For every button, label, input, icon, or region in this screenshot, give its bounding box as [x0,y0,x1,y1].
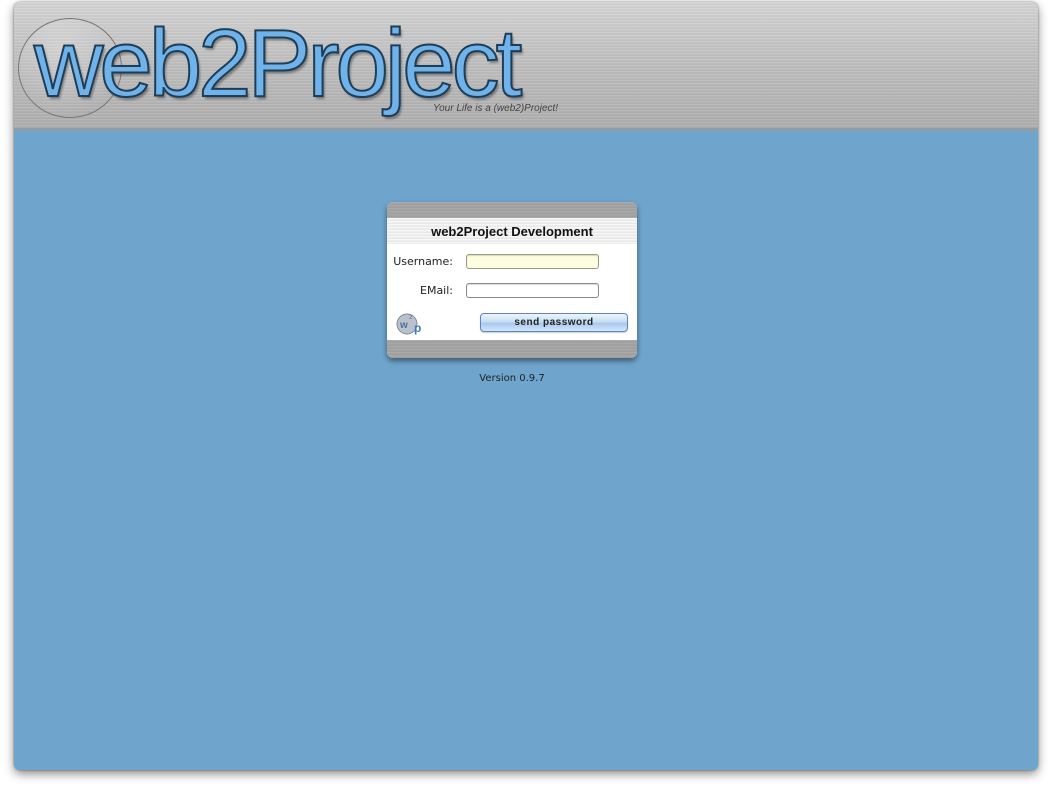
login-box: web2Project Development Username: EMail:… [387,202,637,358]
svg-text:w: w [399,320,408,331]
login-box-top-bar [387,202,637,218]
send-password-button[interactable]: send password [480,313,628,332]
email-label: EMail: [420,284,453,297]
username-input[interactable] [466,254,599,269]
app-window: web2Project Your Life is a (web2)Project… [14,2,1038,770]
w2p-logo-icon: w 2 p [396,313,421,335]
email-row: EMail: [387,281,637,301]
login-box-title: web2Project Development [387,218,637,244]
login-box-bottom-bar [387,340,637,358]
username-label: Username: [393,255,453,268]
tagline: Your Life is a (web2)Project! [433,103,559,114]
header-banner: web2Project Your Life is a (web2)Project… [14,2,1038,131]
email-input[interactable] [466,283,599,298]
version-text: Version 0.9.7 [479,373,545,384]
username-row: Username: [387,252,637,272]
svg-text:p: p [414,321,421,335]
